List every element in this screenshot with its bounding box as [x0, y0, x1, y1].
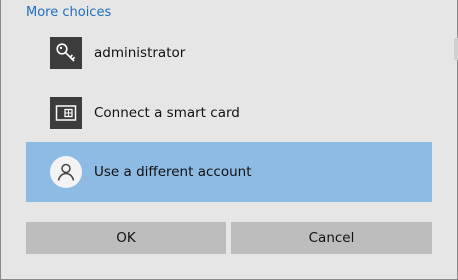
key-icon [50, 37, 82, 69]
smart-card-icon [50, 97, 82, 129]
option-smart-card[interactable]: Connect a smart card [26, 83, 432, 143]
ok-button[interactable]: OK [26, 222, 226, 254]
credential-dialog: More choices administrator Connect a sma… [0, 0, 458, 280]
cancel-button[interactable]: Cancel [231, 222, 432, 254]
option-administrator[interactable]: administrator [26, 23, 432, 83]
option-label: Connect a smart card [94, 105, 240, 121]
option-label: Use a different account [94, 164, 252, 180]
more-choices-link[interactable]: More choices [26, 5, 111, 20]
scrollbar-thumb[interactable] [454, 38, 458, 60]
option-different-account[interactable]: Use a different account [26, 142, 432, 202]
dialog-border-left [0, 0, 1, 280]
user-icon [50, 156, 82, 188]
option-label: administrator [94, 45, 186, 61]
